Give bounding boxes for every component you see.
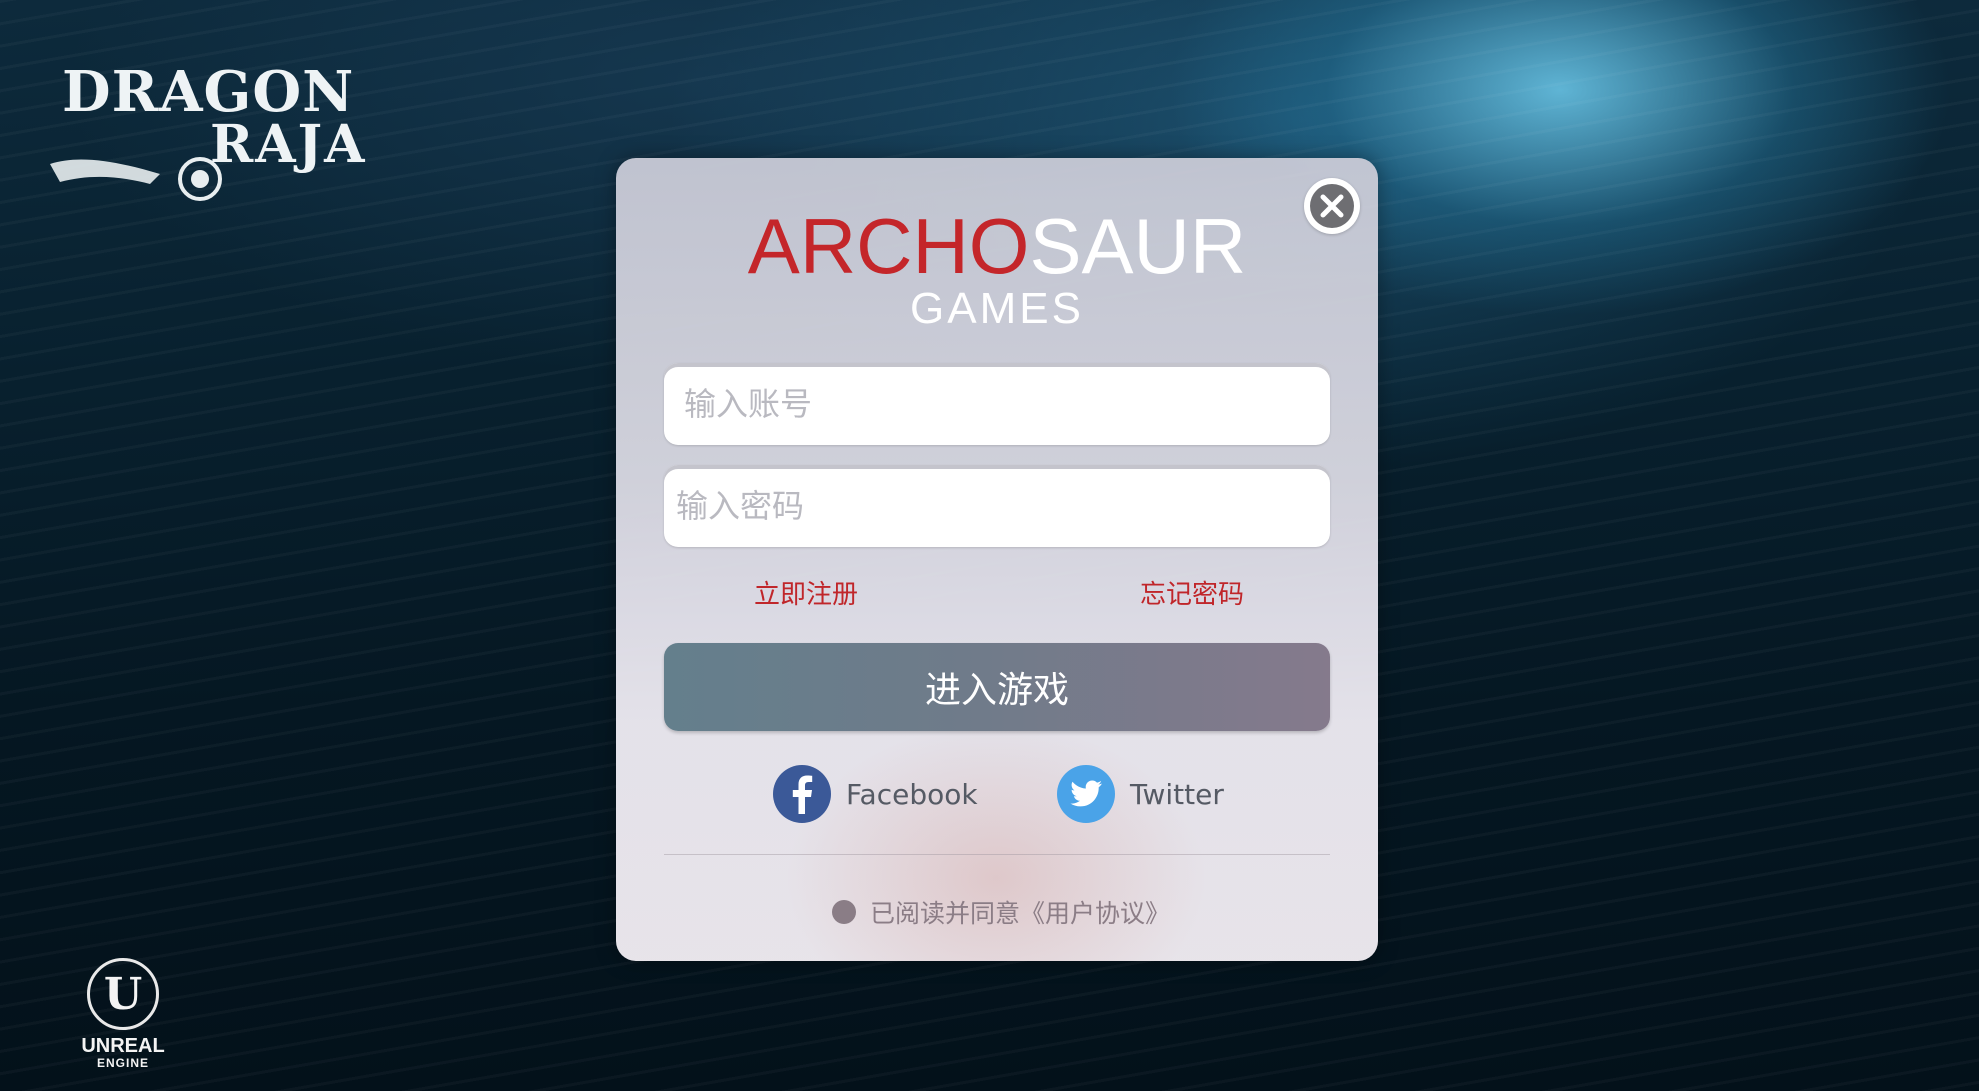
twitter-icon	[1057, 765, 1115, 823]
agreement-radio[interactable]	[832, 900, 856, 924]
forgot-password-link[interactable]: 忘记密码	[1140, 578, 1244, 612]
archosaur-logo: ARCHOSAUR GAMES	[616, 206, 1378, 334]
brand-sub-text: GAMES	[910, 284, 1084, 333]
facebook-login-button[interactable]: Facebook	[772, 764, 978, 824]
login-dialog: ARCHOSAUR GAMES 立即注册 忘记密码 进入游戏 Facebook …	[616, 158, 1378, 961]
facebook-label: Facebook	[846, 777, 978, 811]
brand-red-text: ARCHO	[747, 202, 1030, 290]
agreement-text[interactable]: 已阅读并同意《用户协议》	[870, 894, 1170, 930]
password-field[interactable]	[664, 465, 1330, 547]
unreal-mark: U	[87, 958, 159, 1030]
dragon-raja-logo: DRAGON RAJA	[40, 59, 380, 201]
facebook-icon	[773, 765, 831, 823]
enter-game-button[interactable]: 进入游戏	[664, 643, 1330, 731]
engine-name: UNREAL	[81, 1035, 165, 1057]
unreal-engine-logo: U UNREAL ENGINE	[62, 958, 184, 1073]
password-input[interactable]	[674, 486, 1312, 526]
account-field[interactable]	[664, 363, 1330, 445]
agreement-row: 已阅读并同意《用户协议》	[832, 892, 1170, 932]
twitter-login-button[interactable]: Twitter	[1056, 764, 1224, 824]
account-input[interactable]	[682, 384, 1312, 424]
register-link[interactable]: 立即注册	[754, 578, 858, 612]
twitter-label: Twitter	[1130, 777, 1224, 811]
engine-sub: ENGINE	[96, 1056, 149, 1070]
divider	[664, 854, 1330, 855]
logo-line-2: RAJA	[210, 114, 367, 175]
logo-line-1: DRAGON	[62, 59, 355, 125]
brand-white-text: SAUR	[1029, 202, 1247, 290]
